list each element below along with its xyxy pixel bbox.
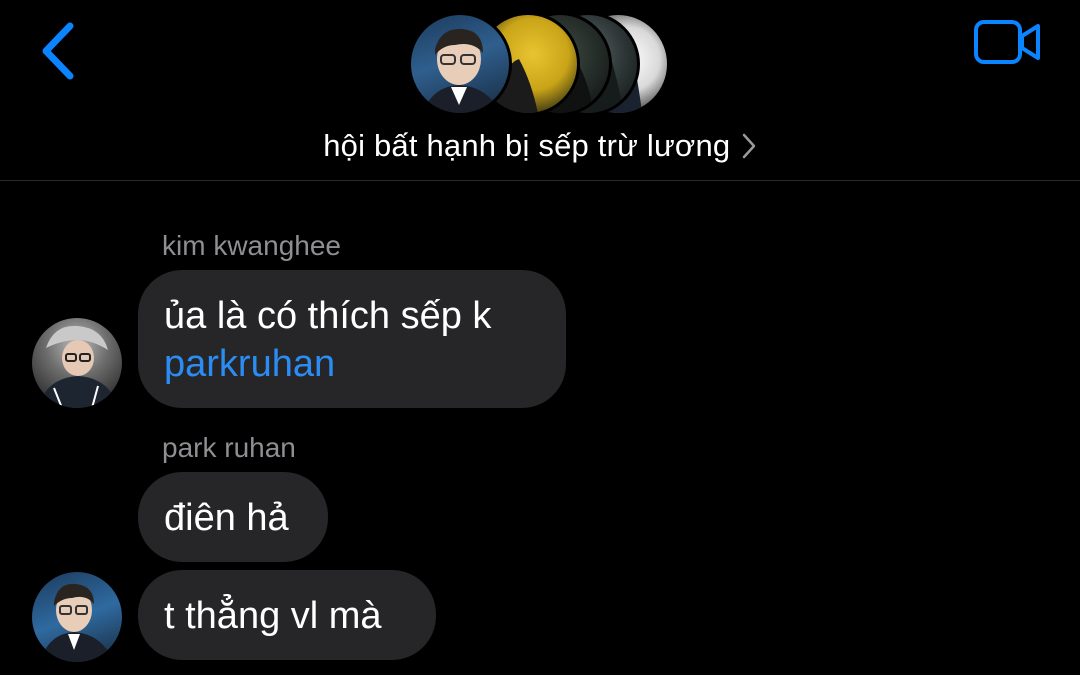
message-bubble[interactable]: t thẳng vl mà [138,570,436,660]
sender-name: kim kwanghee [162,230,341,261]
group-avatar-stack[interactable] [408,12,678,120]
member-avatar [408,12,512,116]
avatar[interactable] [32,572,122,662]
video-camera-icon [974,20,1040,64]
group-title-row[interactable]: hội bất hạnh bị sếp trừ lương [0,128,1080,176]
video-call-button[interactable] [972,18,1044,66]
message-text: điên hả [164,497,289,539]
sender-name: park ruhan [162,432,296,463]
message-bubble[interactable]: ủa là có thích sếp k parkruhan [138,270,566,408]
group-title: hội bất hạnh bị sếp trừ lương [323,128,731,163]
message-bubble[interactable]: điên hả [138,472,328,562]
message-text: t thẳng vl mà [164,595,382,637]
back-button[interactable] [36,18,86,84]
mention-link[interactable]: parkruhan [164,340,540,388]
avatar[interactable] [32,318,122,408]
chevron-left-icon [42,22,74,80]
chevron-right-icon [742,133,756,159]
message-text: ủa là có thích sếp k [164,295,492,337]
chat-header: hội bất hạnh bị sếp trừ lương [0,0,1080,181]
chat-screen: hội bất hạnh bị sếp trừ lương kim kwangh… [0,0,1080,675]
